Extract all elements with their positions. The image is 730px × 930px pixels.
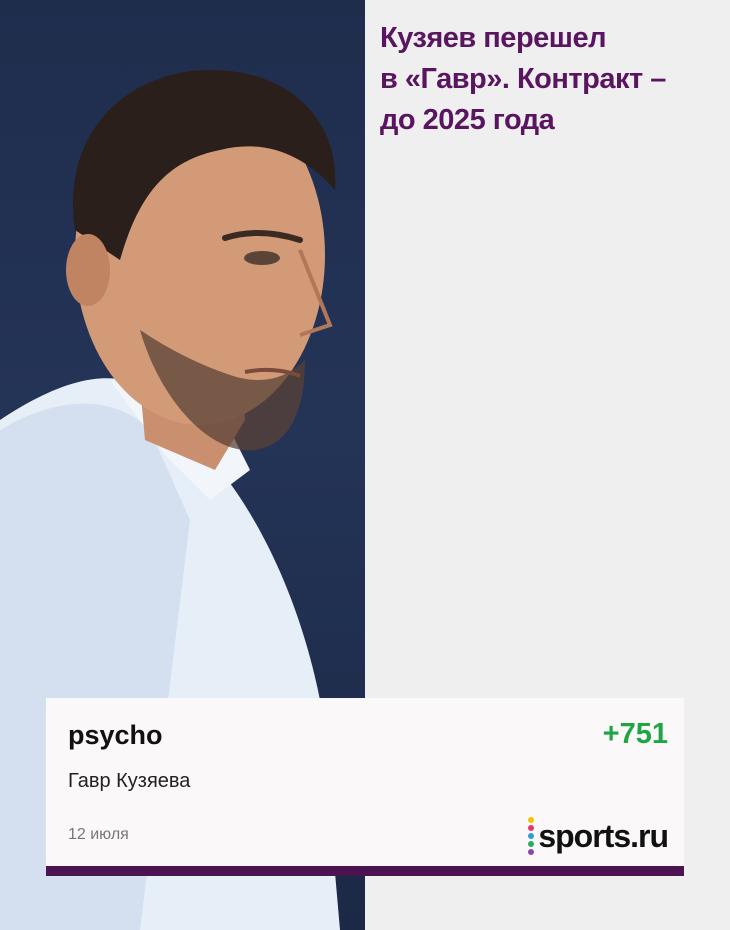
logo-dots-icon — [528, 817, 535, 855]
comment-username[interactable]: psycho — [68, 720, 163, 751]
logo-dot — [528, 833, 535, 839]
headline-line-3: до 2025 года — [380, 104, 555, 136]
article-headline[interactable]: Кузяев перешел в «Гавр». Контракт – до 2… — [380, 18, 710, 141]
comment-date: 12 июля — [68, 826, 129, 843]
comment-text: Гавр Кузяева — [68, 770, 191, 792]
headline-line-2: в «Гавр». Контракт – — [380, 63, 666, 95]
logo-dot — [528, 817, 535, 823]
comment-card: psycho +751 Гавр Кузяева 12 июля sports.… — [46, 698, 684, 876]
sports-ru-logo[interactable]: sports.ru — [528, 816, 669, 856]
logo-dot — [528, 849, 535, 855]
comment-rating: +751 — [602, 718, 668, 750]
logo-dot — [528, 825, 535, 831]
headline-line-1: Кузяев перешел — [380, 22, 607, 54]
logo-text: sports.ru — [538, 817, 669, 854]
logo-dot — [528, 841, 535, 847]
